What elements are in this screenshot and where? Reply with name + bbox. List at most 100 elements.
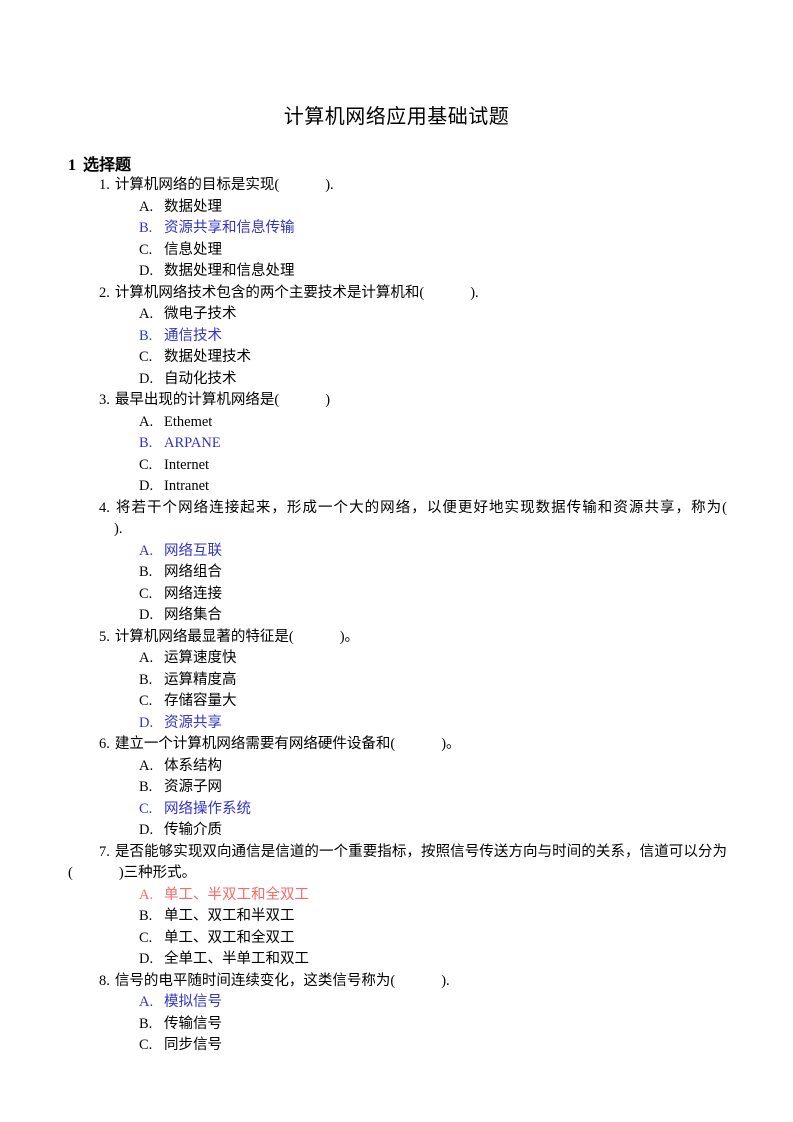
option-text: 通信技术	[164, 327, 222, 344]
option-text: 数据处理	[164, 198, 222, 215]
option-row[interactable]: A. 单工、半双工和全双工	[0, 885, 793, 907]
option-text: 全单工、半单工和双工	[164, 951, 309, 967]
option-letter: A.	[139, 198, 154, 215]
option-row[interactable]: D. 数据处理和信息处理	[0, 261, 793, 283]
option-letter: B.	[139, 220, 153, 236]
option-row[interactable]: B. 传输信号	[0, 1014, 793, 1036]
option-row[interactable]: C. 信息处理	[0, 240, 793, 262]
question-text-tail: )	[325, 392, 331, 408]
option-row[interactable]: C. 存储容量大	[0, 691, 793, 713]
question-text: 建立一个计算机网络需要有网络硬件设备和(	[114, 736, 396, 752]
option-letter: B.	[139, 671, 153, 688]
option-row[interactable]: D. 自动化技术	[0, 369, 793, 391]
option-text: ARPANE	[164, 435, 221, 451]
question-number: 7.	[99, 843, 110, 860]
option-text: Intranet	[164, 478, 210, 494]
option-text: 单工、双工和全双工	[164, 929, 295, 946]
question-text-tail: ).	[325, 177, 334, 193]
option-text: 网络互联	[164, 542, 222, 559]
question-text-tail: ).	[470, 284, 479, 301]
option-row[interactable]: C. 单工、双工和全双工	[0, 928, 793, 950]
option-row[interactable]: D. 网络集合	[0, 605, 793, 627]
option-row[interactable]: A. 体系结构	[0, 756, 793, 778]
question-number: 5.	[99, 628, 110, 645]
option-list: A. 运算速度快 B. 运算精度高 C. 存储容量大 D. 资源共享	[0, 648, 793, 734]
option-row[interactable]: B. 资源子网	[0, 777, 793, 799]
option-row[interactable]: B. 网络组合	[0, 562, 793, 584]
question-stem: 5. 计算机网络最显著的特征是()。	[0, 627, 793, 649]
question-block: 3. 最早出现的计算机网络是() A. Ethemet B. ARPANE C. Intern…	[0, 390, 793, 498]
option-letter: A.	[139, 306, 154, 322]
option-text: 资源共享	[164, 714, 222, 731]
option-row[interactable]: C. 网络操作系统	[0, 799, 793, 821]
question-number: 1.	[99, 177, 110, 193]
option-row[interactable]: B. ARPANE	[0, 433, 793, 455]
option-row[interactable]: C. 同步信号	[0, 1035, 793, 1057]
option-text: 单工、双工和半双工	[164, 908, 295, 924]
question-block: 8. 信号的电平随时间连续变化，这类信号称为(). A. 模拟信号 B. 传输信号 C. 同步…	[0, 971, 793, 1057]
option-row[interactable]: A. 微电子技术	[0, 304, 793, 326]
option-letter: C.	[139, 241, 153, 258]
page-title: 计算机网络应用基础试题	[283, 106, 510, 128]
option-list: A. 模拟信号 B. 传输信号 C. 同步信号	[0, 992, 793, 1057]
option-row[interactable]: D. 传输介质	[0, 820, 793, 842]
option-letter: B.	[139, 779, 153, 795]
option-text: 同步信号	[164, 1037, 222, 1053]
option-letter: D.	[139, 478, 154, 494]
option-letter: A.	[139, 542, 154, 559]
option-letter: C.	[139, 800, 153, 817]
option-text: 网络集合	[164, 607, 222, 623]
option-row[interactable]: C. 数据处理技术	[0, 347, 793, 369]
option-row[interactable]: A. 数据处理	[0, 197, 793, 219]
question-list: 1. 计算机网络的目标是实现(). A. 数据处理 B. 资源共享和信息传输 C. 信息处理 D…	[0, 175, 793, 1057]
option-list: A. 单工、半双工和全双工 B. 单工、双工和半双工 C. 单工、双工和全双工 D. 全单工、…	[0, 885, 793, 971]
question-number: 8.	[99, 972, 110, 989]
option-list: A. 数据处理 B. 资源共享和信息传输 C. 信息处理 D. 数据处理和信息处理	[0, 197, 793, 283]
question-stem: 6. 建立一个计算机网络需要有网络硬件设备和()。	[0, 734, 793, 756]
option-letter: B.	[139, 327, 153, 344]
section-number: 1	[68, 157, 76, 174]
question-text-tail: ).	[441, 972, 450, 989]
question-stem: 2. 计算机网络技术包含的两个主要技术是计算机和().	[0, 283, 793, 305]
question-text: 计算机网络最显著的特征是(	[114, 628, 294, 645]
question-stem: 3. 最早出现的计算机网络是()	[0, 390, 793, 412]
question-block: 6. 建立一个计算机网络需要有网络硬件设备和()。 A. 体系结构 B. 资源子网 C. 网络…	[0, 734, 793, 842]
option-row[interactable]: C. 网络连接	[0, 584, 793, 606]
option-letter: D.	[139, 370, 154, 387]
option-row[interactable]: A. 运算速度快	[0, 648, 793, 670]
option-text: 资源共享和信息传输	[164, 220, 295, 236]
option-row[interactable]: C. Internet	[0, 455, 793, 477]
option-row[interactable]: A. 模拟信号	[0, 992, 793, 1014]
option-text: 存储容量大	[164, 693, 237, 709]
option-row[interactable]: A. 网络互联	[0, 541, 793, 563]
option-row[interactable]: A. Ethemet	[0, 412, 793, 434]
option-row[interactable]: D. 资源共享	[0, 713, 793, 735]
option-letter: C.	[139, 456, 153, 473]
option-text: 传输信号	[164, 1015, 222, 1032]
option-text: 微电子技术	[164, 306, 237, 322]
option-row[interactable]: B. 资源共享和信息传输	[0, 218, 793, 240]
option-row[interactable]: B. 通信技术	[0, 326, 793, 348]
option-row[interactable]: D. Intranet	[0, 476, 793, 498]
question-block: 4. 将若干个网络连接起来，形成一个大的网络，以便更好地实现数据传输和资源共享，称…	[0, 498, 793, 627]
option-list: A. 微电子技术 B. 通信技术 C. 数据处理技术 D. 自动化技术	[0, 304, 793, 390]
option-list: A. 体系结构 B. 资源子网 C. 网络操作系统 D. 传输介质	[0, 756, 793, 842]
option-text: 数据处理和信息处理	[164, 263, 295, 279]
option-row[interactable]: B. 运算精度高	[0, 670, 793, 692]
option-row[interactable]: D. 全单工、半单工和双工	[0, 949, 793, 971]
option-text: 运算精度高	[164, 671, 237, 688]
question-stem: 4. 将若干个网络连接起来，形成一个大的网络，以便更好地实现数据传输和资源共享，称…	[0, 498, 793, 541]
option-letter: A.	[139, 886, 154, 903]
question-number: 3.	[99, 392, 110, 408]
option-text: 体系结构	[164, 757, 222, 774]
question-number: 2.	[99, 284, 110, 301]
section-label: 选择题	[83, 157, 132, 174]
option-letter: D.	[139, 714, 154, 731]
question-text: 计算机网络的目标是实现(	[114, 177, 280, 193]
option-letter: B.	[139, 435, 153, 451]
question-block: 2. 计算机网络技术包含的两个主要技术是计算机和(). A. 微电子技术 B. 通信技术 C…	[0, 283, 793, 391]
option-letter: D.	[139, 822, 154, 838]
option-letter: B.	[139, 564, 153, 580]
option-letter: B.	[139, 1015, 153, 1032]
option-row[interactable]: B. 单工、双工和半双工	[0, 906, 793, 928]
